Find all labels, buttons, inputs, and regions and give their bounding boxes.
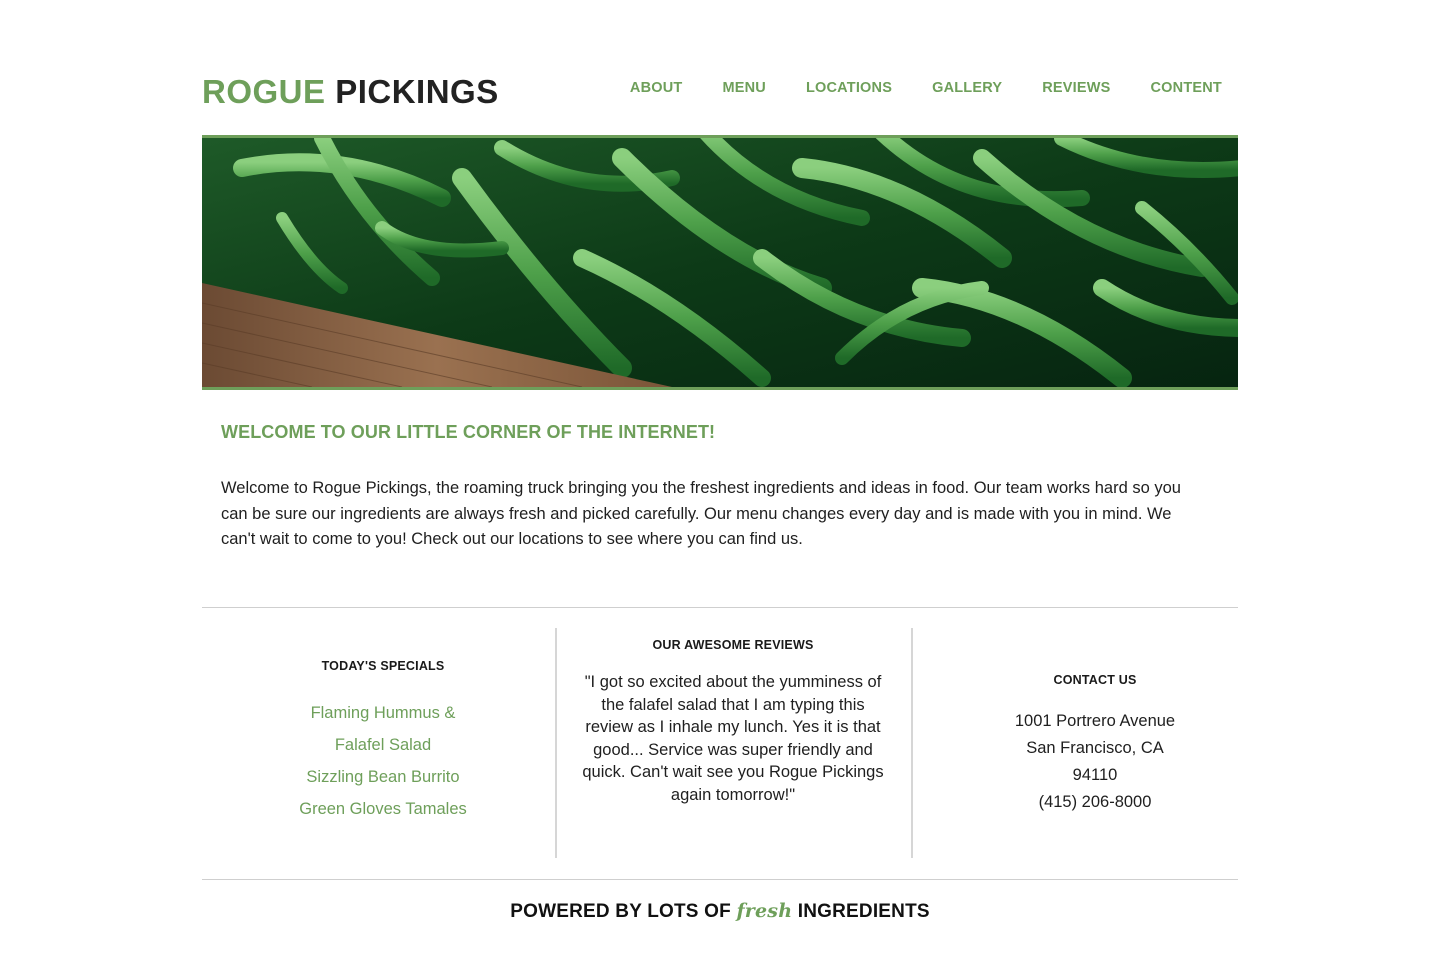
footer-text-after: INGREDIENTS bbox=[797, 901, 930, 922]
site-logo[interactable]: ROGUE PICKINGS bbox=[202, 70, 499, 114]
footer-text-before: POWERED BY LOTS OF bbox=[510, 901, 731, 922]
green-beans-photo bbox=[202, 138, 1238, 387]
address-line-1: 1001 Portrero Avenue bbox=[1014, 712, 1176, 730]
nav-about[interactable]: ABOUT bbox=[630, 79, 683, 97]
site-header: ROGUE PICKINGS ABOUT MENU LOCATIONS GALL… bbox=[202, 70, 1238, 114]
nav-gallery[interactable]: GALLERY bbox=[932, 79, 1002, 97]
section-divider-top bbox=[202, 607, 1238, 608]
address-line-2: San Francisco, CA bbox=[1026, 739, 1164, 757]
specials-heading: TODAY'S SPECIALS bbox=[321, 659, 445, 673]
nav-menu[interactable]: MENU bbox=[722, 79, 766, 97]
specials-column: TODAY'S SPECIALS Flaming Hummus & Falafe… bbox=[202, 659, 564, 825]
site-footer: POWERED BY LOTS OF fresh INGREDIENTS bbox=[202, 900, 1238, 923]
phone-number[interactable]: (415) 206-8000 bbox=[962, 789, 1228, 816]
welcome-paragraph: Welcome to Rogue Pickings, the roaming t… bbox=[221, 479, 1181, 548]
special-item[interactable]: Sizzling Bean Burrito bbox=[202, 761, 564, 793]
footer-fresh-word: fresh bbox=[736, 900, 793, 922]
logo-word-pickings: PICKINGS bbox=[335, 73, 499, 110]
special-item[interactable]: Flaming Hummus & bbox=[202, 697, 564, 729]
special-item[interactable]: Falafel Salad bbox=[202, 729, 564, 761]
review-quote: "I got so excited about the yumminess of… bbox=[582, 673, 884, 804]
contact-details: 1001 Portrero Avenue San Francisco, CA 9… bbox=[962, 708, 1228, 816]
zip-code: 94110 bbox=[1072, 766, 1118, 784]
main-nav: ABOUT MENU LOCATIONS GALLERY REVIEWS CON… bbox=[590, 79, 1222, 97]
reviews-heading: OUR AWESOME REVIEWS bbox=[652, 638, 814, 652]
nav-reviews[interactable]: REVIEWS bbox=[1042, 79, 1110, 97]
logo-word-rogue: ROGUE bbox=[202, 73, 326, 110]
specials-list: Flaming Hummus & Falafel Salad Sizzling … bbox=[202, 697, 564, 825]
nav-locations[interactable]: LOCATIONS bbox=[806, 79, 892, 97]
column-divider-right bbox=[911, 628, 913, 858]
reviews-column: OUR AWESOME REVIEWS "I got so excited ab… bbox=[582, 638, 884, 806]
contact-heading: CONTACT US bbox=[1053, 673, 1137, 687]
special-item[interactable]: Green Gloves Tamales bbox=[202, 793, 564, 825]
section-divider-bottom bbox=[202, 879, 1238, 880]
welcome-heading: WELCOME TO OUR LITTLE CORNER OF THE INTE… bbox=[221, 422, 716, 442]
contact-column: CONTACT US 1001 Portrero Avenue San Fran… bbox=[962, 673, 1228, 816]
hero-image bbox=[202, 135, 1238, 390]
nav-content[interactable]: CONTENT bbox=[1151, 79, 1222, 97]
